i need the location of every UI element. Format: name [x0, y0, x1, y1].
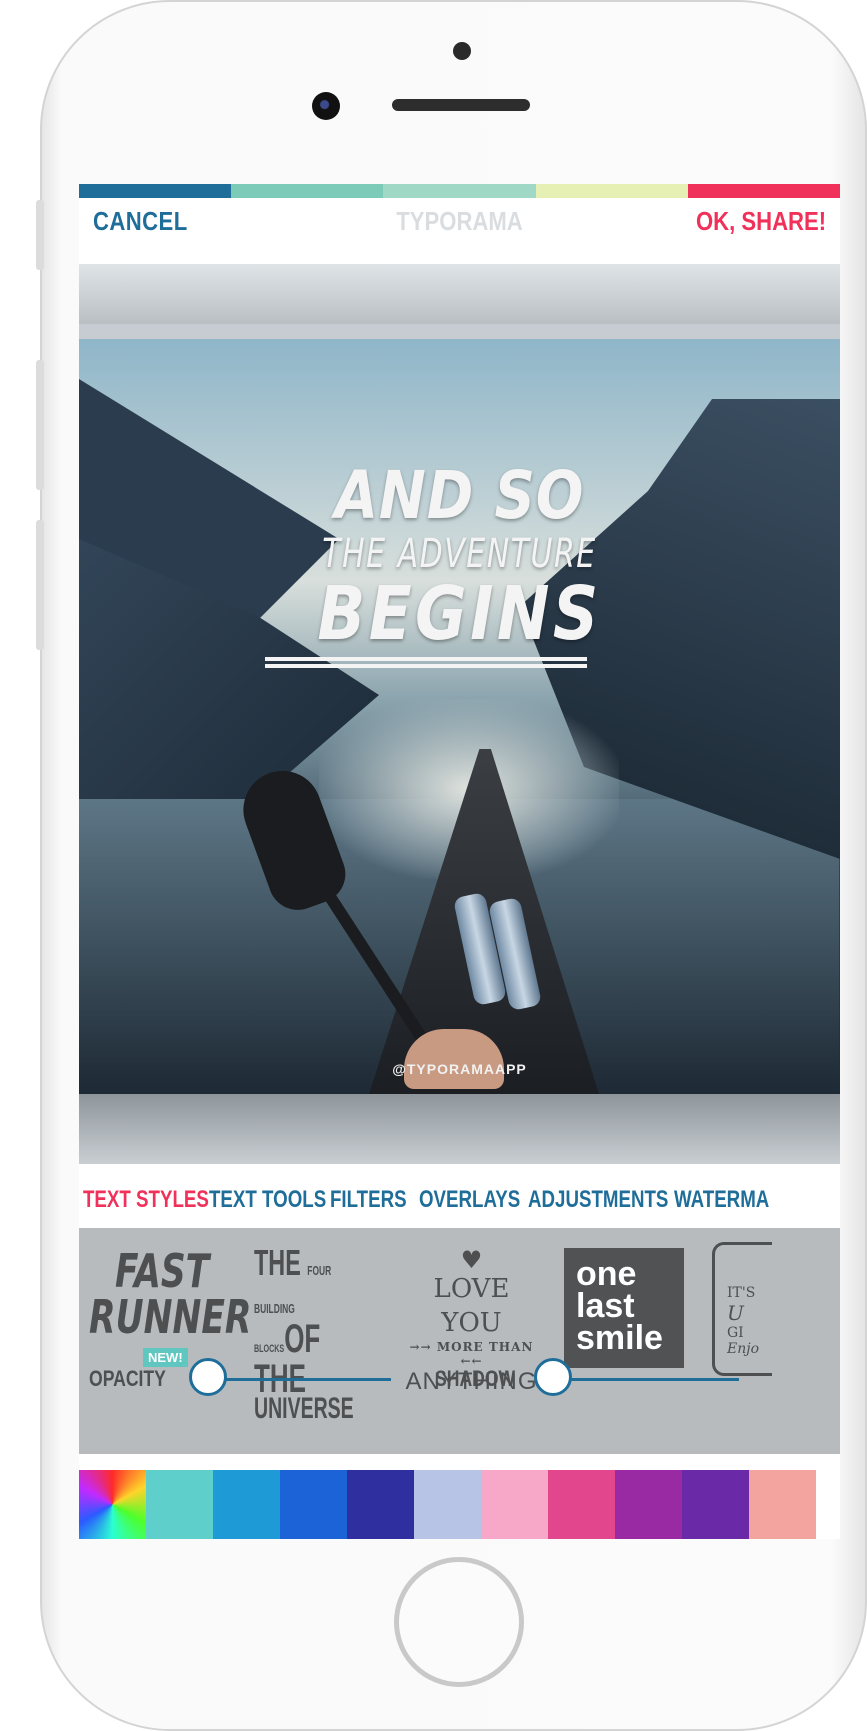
- watermark-text: @TYPORAMAAPP: [392, 1061, 527, 1077]
- color-swatch[interactable]: [280, 1470, 347, 1539]
- photo-canvas[interactable]: AND SO THE ADVENTURE BEGINS @TYPORAMAAPP: [79, 339, 840, 1094]
- canvas-top-shade: [79, 264, 840, 324]
- style-text: IT'S: [727, 1285, 756, 1301]
- volume-down-button: [36, 520, 44, 650]
- style-text: FAST: [115, 1244, 210, 1298]
- stripe-segment: [383, 184, 536, 198]
- heart-icon: ♥: [460, 1246, 483, 1274]
- style-text: BLOCKS: [254, 1343, 285, 1355]
- opacity-label: OPACITY: [89, 1366, 166, 1391]
- color-swatch[interactable]: [682, 1470, 749, 1539]
- front-camera: [312, 92, 340, 120]
- earpiece-speaker: [392, 99, 530, 111]
- canvas-bottom-shade: [79, 1094, 840, 1164]
- color-swatch[interactable]: [213, 1470, 280, 1539]
- style-love-you[interactable]: ♥ LOVE YOU →→ MORE THAN ←← ANYTHING: [404, 1246, 539, 1395]
- app-screen: CANCEL TYPORAMA OK, SHARE! AND SO THE AD…: [79, 184, 840, 1539]
- top-bar: CANCEL TYPORAMA OK, SHARE!: [79, 198, 840, 248]
- shadow-slider-track[interactable]: [553, 1378, 739, 1381]
- mute-switch: [36, 200, 44, 270]
- proximity-sensor: [453, 42, 471, 60]
- opacity-slider-track[interactable]: [209, 1378, 391, 1381]
- style-text: last: [576, 1287, 635, 1325]
- stripe-segment: [535, 184, 688, 198]
- overlay-underline: [265, 664, 587, 668]
- style-text: THE: [254, 1242, 301, 1283]
- color-swatch[interactable]: [146, 1470, 213, 1539]
- tab-text-styles[interactable]: TEXT STYLES: [83, 1186, 209, 1214]
- color-stripe: [79, 184, 840, 198]
- style-text: GI: [727, 1325, 744, 1341]
- app-title: TYPORAMA: [396, 206, 523, 236]
- opacity-slider-knob[interactable]: [189, 1358, 227, 1396]
- color-swatch[interactable]: [481, 1470, 548, 1539]
- shadow-label: SHADOW: [435, 1366, 516, 1391]
- overlay-text-line3[interactable]: BEGINS: [136, 571, 783, 657]
- style-one-last-smile[interactable]: one last smile: [564, 1248, 684, 1368]
- slider-row: OPACITY SHADOW: [79, 1356, 840, 1400]
- tool-tabs: TEXT STYLES TEXT TOOLS FILTERS OVERLAYS …: [79, 1184, 840, 1222]
- color-palette: [79, 1470, 840, 1539]
- stripe-segment: [79, 184, 232, 198]
- style-text: MORE THAN: [436, 1340, 534, 1354]
- tab-overlays[interactable]: OVERLAYS: [419, 1186, 520, 1214]
- style-four-building-blocks[interactable]: THE FOUR BUILDING BLOCKSOF THE UNIVERSE: [254, 1245, 374, 1424]
- style-fast-runner[interactable]: FAST RUNNER NEW!: [89, 1244, 252, 1368]
- stripe-segment: [687, 184, 840, 198]
- tab-text-tools[interactable]: TEXT TOOLS: [209, 1186, 326, 1214]
- style-text: one: [576, 1255, 637, 1293]
- share-button[interactable]: OK, SHARE!: [696, 206, 826, 237]
- style-text: THE FOUR BUILDING: [254, 1245, 332, 1324]
- color-swatch[interactable]: [548, 1470, 615, 1539]
- style-text: Enjo: [727, 1341, 760, 1357]
- shadow-slider-knob[interactable]: [534, 1358, 572, 1396]
- color-swatch[interactable]: [347, 1470, 414, 1539]
- home-button[interactable]: [394, 1557, 524, 1687]
- color-swatch[interactable]: [749, 1470, 816, 1539]
- overlay-underline: [265, 657, 587, 661]
- overlay-text-line1[interactable]: AND SO: [136, 457, 783, 534]
- style-text: LOVE YOU: [433, 1274, 510, 1338]
- style-text: RUNNER: [89, 1290, 252, 1344]
- tab-watermark[interactable]: WATERMA: [674, 1186, 769, 1214]
- style-text: smile: [576, 1319, 663, 1357]
- color-swatch[interactable]: [615, 1470, 682, 1539]
- tab-filters[interactable]: FILTERS: [330, 1186, 407, 1214]
- tab-adjustments[interactable]: ADJUSTMENTS: [528, 1186, 668, 1214]
- color-swatch[interactable]: [414, 1470, 481, 1539]
- style-text: U: [727, 1301, 744, 1325]
- photo-hand: [404, 1029, 504, 1089]
- color-wheel-icon[interactable]: [79, 1470, 146, 1539]
- text-styles-tray: FAST RUNNER NEW! THE FOUR BUILDING BLOCK…: [79, 1228, 840, 1454]
- volume-up-button: [36, 360, 44, 490]
- stripe-segment: [231, 184, 384, 198]
